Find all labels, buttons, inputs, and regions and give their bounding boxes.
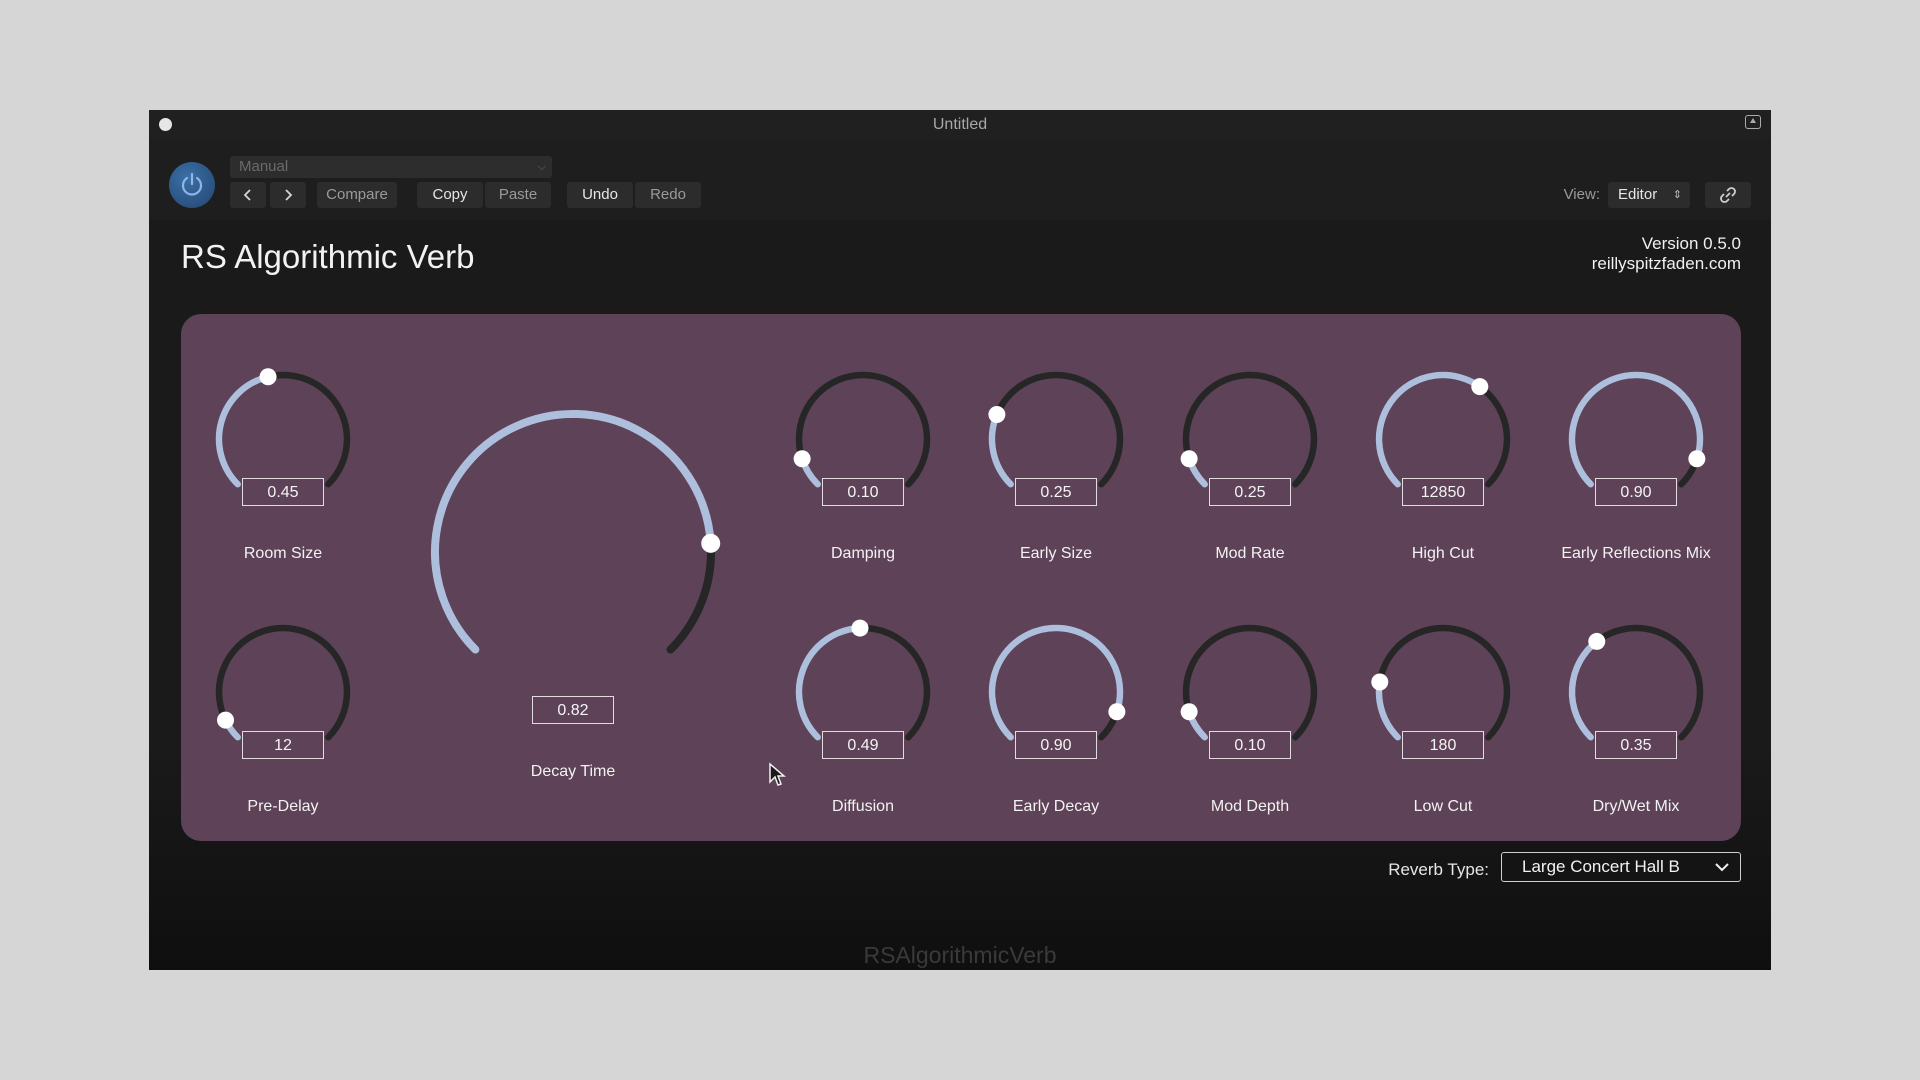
copy-button[interactable]: Copy [417, 182, 483, 208]
early-size-value-arc [988, 411, 1014, 488]
low-cut-label: Low Cut [1413, 798, 1473, 815]
early-size-track [988, 371, 1124, 488]
pre-delay-track [215, 624, 351, 741]
room-size-value-arc [215, 373, 272, 488]
room-size-value-field[interactable]: 0.45 [242, 478, 324, 506]
plugin-window: Untitled Manual ⌵ Compare Copy Paste Und… [149, 110, 1771, 970]
mod-depth-handle[interactable] [1180, 703, 1198, 721]
paste-button[interactable]: Paste [485, 182, 551, 208]
chevron-right-icon [285, 189, 293, 201]
dry-wet-mix-value-field[interactable]: 0.35 [1595, 731, 1677, 759]
early-reflections-mix-value-arc [1568, 371, 1704, 488]
redo-button[interactable]: Redo [635, 182, 701, 208]
preset-value: Manual [239, 158, 289, 175]
decay-time-label: Decay Time [530, 763, 616, 780]
chevron-down-icon [1715, 863, 1729, 872]
dry-wet-mix-value-arc [1568, 638, 1601, 741]
damping-track [795, 371, 931, 488]
footer-brand: RSAlgorithmicVerb [863, 942, 1057, 968]
early-reflections-mix-value-field[interactable]: 0.90 [1595, 478, 1677, 506]
up-down-arrows-icon: ⇕ [1672, 189, 1682, 201]
diffusion-value-arc [795, 624, 864, 741]
early-size-label: Early Size [1019, 545, 1093, 562]
dry-wet-mix-label: Dry/Wet Mix [1592, 798, 1680, 815]
mod-rate-track [1182, 371, 1318, 488]
title-bar: Untitled [149, 110, 1771, 140]
room-size-label: Room Size [243, 545, 323, 562]
link-icon [1720, 187, 1736, 203]
power-button[interactable] [169, 162, 215, 208]
damping-value-field[interactable]: 0.10 [822, 478, 904, 506]
controls-panel: 0.45 Room Size 12 Pre-Delay 0.82 Decay Time 0.… [181, 314, 1741, 841]
early-reflections-mix-handle[interactable] [1688, 450, 1706, 468]
high-cut-handle[interactable] [1471, 378, 1489, 396]
version-info: Version 0.5.0 reillyspitzfaden.com [1592, 234, 1741, 274]
high-cut-value-arc [1375, 371, 1484, 488]
dry-wet-mix-handle[interactable] [1588, 632, 1606, 650]
decay-time-handle[interactable] [701, 533, 721, 553]
decay-time-value-field[interactable]: 0.82 [532, 696, 614, 724]
pre-delay-value-field[interactable]: 12 [242, 731, 324, 759]
low-cut-value-arc [1375, 678, 1401, 741]
decay-time-knob[interactable] [421, 400, 725, 704]
plugin-editor: RS Algorithmic Verb Version 0.5.0 reilly… [149, 220, 1771, 970]
view-value: Editor [1618, 186, 1658, 203]
damping-handle[interactable] [793, 450, 811, 468]
pre-delay-handle[interactable] [217, 711, 235, 729]
reverb-type-label: Reverb Type: [1388, 860, 1489, 879]
mod-depth-track [1182, 624, 1318, 741]
low-cut-value-field[interactable]: 180 [1402, 731, 1484, 759]
damping-label: Damping [830, 545, 896, 562]
early-decay-handle[interactable] [1108, 703, 1126, 721]
mouse-cursor-icon [769, 762, 786, 786]
room-size-handle[interactable] [259, 368, 277, 386]
compare-button[interactable]: Compare [317, 182, 397, 208]
expand-icon[interactable] [1745, 115, 1761, 129]
low-cut-track [1375, 624, 1511, 741]
plugin-title: RS Algorithmic Verb [181, 238, 475, 275]
link-button[interactable] [1705, 182, 1751, 208]
previous-preset-button[interactable] [230, 182, 266, 208]
host-toolbar: Manual ⌵ Compare Copy Paste Undo Redo Vi… [149, 140, 1771, 220]
mod-rate-label: Mod Rate [1215, 545, 1285, 562]
mod-rate-handle[interactable] [1180, 450, 1198, 468]
window-title: Untitled [932, 116, 988, 133]
mod-rate-value-field[interactable]: 0.25 [1209, 478, 1291, 506]
undo-button[interactable]: Undo [567, 182, 633, 208]
diffusion-label: Diffusion [832, 798, 894, 815]
diffusion-handle[interactable] [851, 619, 869, 637]
early-decay-label: Early Decay [1012, 798, 1100, 815]
mod-depth-value-field[interactable]: 0.10 [1209, 731, 1291, 759]
version-text: Version 0.5.0 [1641, 234, 1741, 253]
reverb-type-value: Large Concert Hall B [1522, 857, 1680, 876]
pre-delay-label: Pre-Delay [247, 798, 319, 815]
decay-time-value-arc [431, 410, 715, 654]
diffusion-value-field[interactable]: 0.49 [822, 731, 904, 759]
view-selector[interactable]: Editor ⇕ [1608, 182, 1690, 208]
early-size-value-field[interactable]: 0.25 [1015, 478, 1097, 506]
chevron-left-icon [243, 189, 251, 201]
high-cut-label: High Cut [1411, 545, 1475, 562]
chevron-down-icon: ⌵ [537, 161, 546, 173]
low-cut-handle[interactable] [1371, 673, 1389, 691]
website-text: reillyspitzfaden.com [1591, 254, 1741, 273]
early-size-handle[interactable] [988, 406, 1006, 424]
power-icon [181, 172, 203, 196]
early-decay-value-field[interactable]: 0.90 [1015, 731, 1097, 759]
high-cut-value-field[interactable]: 12850 [1402, 478, 1484, 506]
early-reflections-mix-label: Early Reflections Mix [1561, 545, 1711, 562]
mod-depth-label: Mod Depth [1210, 798, 1290, 815]
view-label: View: [1563, 186, 1600, 203]
preset-dropdown[interactable]: Manual ⌵ [230, 156, 552, 178]
reverb-type-dropdown[interactable]: Large Concert Hall B [1501, 852, 1741, 882]
early-decay-value-arc [988, 624, 1124, 741]
next-preset-button[interactable] [270, 182, 306, 208]
